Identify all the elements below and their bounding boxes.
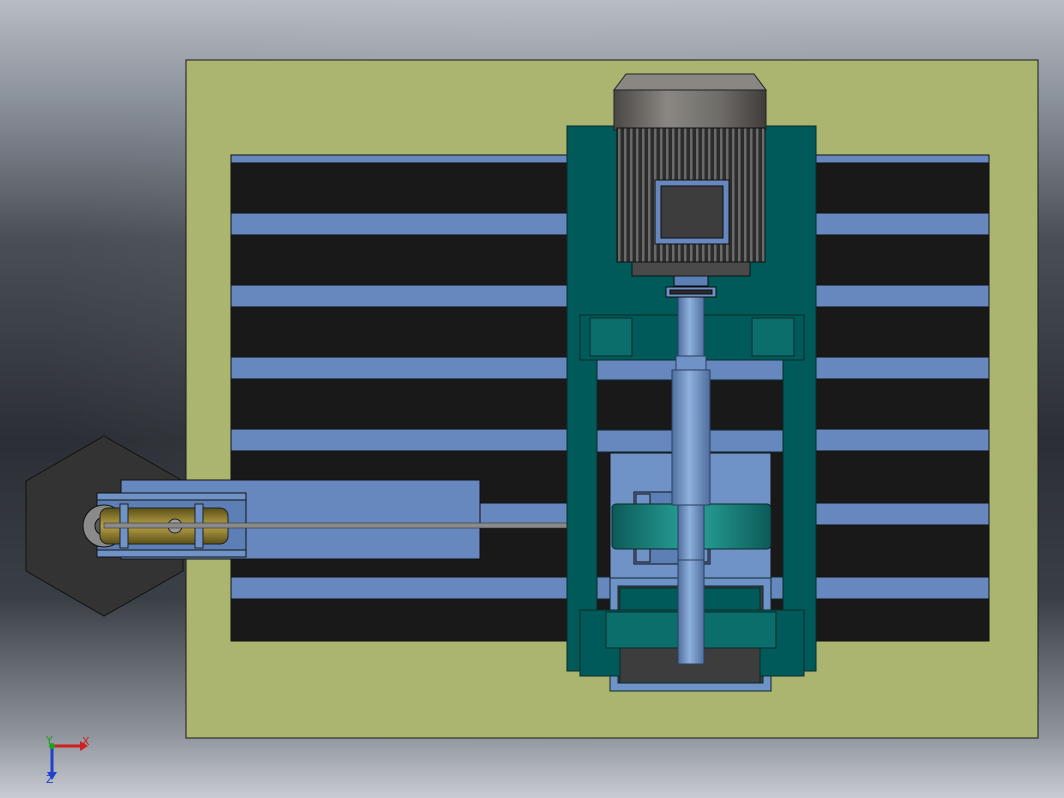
coordinate-triad: X Y Z	[45, 734, 90, 786]
coupling[interactable]	[665, 275, 717, 298]
cad-viewport[interactable]: X Y Z	[0, 0, 1064, 798]
cable	[103, 522, 615, 529]
cad-model-view[interactable]: X Y Z	[0, 0, 1064, 798]
triad-x-label: X	[82, 735, 90, 748]
motor[interactable]	[613, 73, 767, 277]
triad-z-label: Z	[46, 773, 54, 786]
triad-y-label: Y	[45, 734, 53, 747]
shaft-end	[677, 559, 705, 665]
